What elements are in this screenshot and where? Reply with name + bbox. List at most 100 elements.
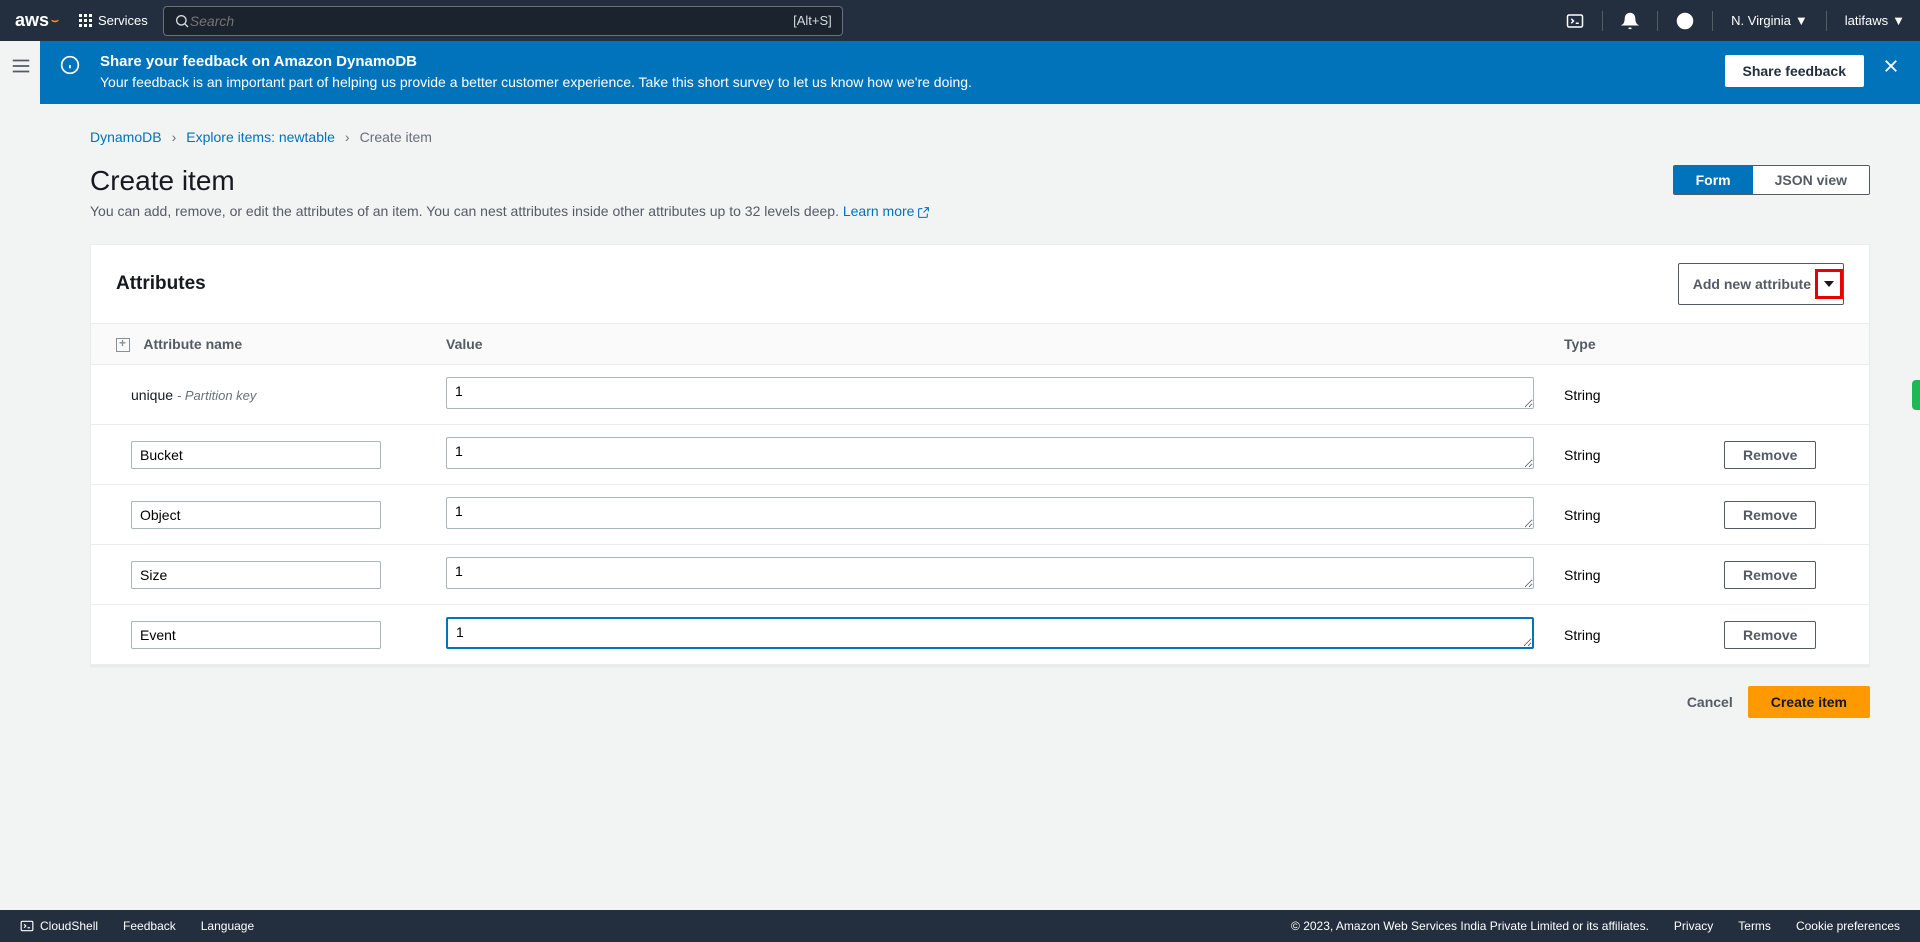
remove-button[interactable]: Remove xyxy=(1724,621,1816,649)
user-menu[interactable]: latifaws ▼ xyxy=(1845,13,1905,28)
attr-value-input[interactable] xyxy=(446,497,1534,529)
col-name-label: Attribute name xyxy=(143,336,242,352)
attr-name-input[interactable] xyxy=(131,621,381,649)
attr-action-cell: Remove xyxy=(1709,605,1869,665)
attr-name-static: unique - Partition key xyxy=(131,387,256,403)
attr-name-cell: unique - Partition key xyxy=(91,365,431,425)
col-header-name: Attribute name xyxy=(91,324,431,365)
search-box[interactable]: [Alt+S] xyxy=(163,6,843,36)
attr-name-input[interactable] xyxy=(131,441,381,469)
attr-value-input[interactable] xyxy=(446,617,1534,649)
cookie-prefs-link[interactable]: Cookie preferences xyxy=(1796,919,1900,933)
attribute-row: String Remove xyxy=(91,485,1869,545)
footer-bar: CloudShell Feedback Language © 2023, Ama… xyxy=(0,910,1920,942)
cloudshell-link[interactable]: CloudShell xyxy=(20,919,98,933)
attr-value-input[interactable] xyxy=(446,377,1534,409)
user-label: latifaws xyxy=(1845,13,1888,28)
chevron-right-icon: › xyxy=(172,129,177,145)
attr-value-input[interactable] xyxy=(446,437,1534,469)
attribute-row: String Remove xyxy=(91,605,1869,665)
feedback-banner: Share your feedback on Amazon DynamoDB Y… xyxy=(40,41,1920,104)
expand-all-icon[interactable] xyxy=(116,338,130,352)
aws-swoosh-icon: ⌣ xyxy=(51,13,59,28)
cancel-button[interactable]: Cancel xyxy=(1687,694,1733,710)
remove-button[interactable]: Remove xyxy=(1724,441,1816,469)
terms-link[interactable]: Terms xyxy=(1738,919,1771,933)
attribute-row: unique - Partition key String xyxy=(91,365,1869,425)
attribute-row: String Remove xyxy=(91,425,1869,485)
breadcrumb: DynamoDB › Explore items: newtable › Cre… xyxy=(90,129,1870,145)
region-selector[interactable]: N. Virginia ▼ xyxy=(1731,13,1808,28)
chevron-right-icon: › xyxy=(345,129,350,145)
page-header: Create item You can add, remove, or edit… xyxy=(90,165,1870,219)
form-view-button[interactable]: Form xyxy=(1674,166,1753,194)
services-button[interactable]: Services xyxy=(79,13,148,28)
col-header-type: Type xyxy=(1549,324,1709,365)
attr-type-cell: String xyxy=(1549,485,1709,545)
nav-right: N. Virginia ▼ latifaws ▼ xyxy=(1566,11,1905,31)
page-title: Create item xyxy=(90,165,930,197)
cloudshell-label: CloudShell xyxy=(40,919,98,933)
feedback-link[interactable]: Feedback xyxy=(123,919,176,933)
attr-name-input[interactable] xyxy=(131,561,381,589)
attr-action-cell xyxy=(1709,365,1869,425)
add-attribute-caret-highlight xyxy=(1815,269,1843,299)
services-grid-icon xyxy=(79,14,92,27)
nav-separator xyxy=(1602,11,1603,31)
help-panel-tab[interactable] xyxy=(1912,380,1920,410)
aws-logo[interactable]: aws ⌣ xyxy=(15,10,59,31)
card-title: Attributes xyxy=(116,273,206,295)
page-description: You can add, remove, or edit the attribu… xyxy=(90,203,930,219)
remove-button[interactable]: Remove xyxy=(1724,501,1816,529)
close-icon xyxy=(1882,57,1900,75)
cloudshell-icon[interactable] xyxy=(1566,12,1584,30)
learn-more-link[interactable]: Learn more xyxy=(843,203,931,219)
attr-type-cell: String xyxy=(1549,545,1709,605)
attr-value-cell xyxy=(431,365,1549,425)
col-header-value: Value xyxy=(431,324,1549,365)
attr-name-cell xyxy=(91,605,431,665)
hamburger-icon xyxy=(10,55,32,77)
json-view-button[interactable]: JSON view xyxy=(1753,166,1869,194)
sidebar-toggle[interactable] xyxy=(10,55,32,82)
card-header: Attributes Add new attribute xyxy=(91,245,1869,323)
remove-button[interactable]: Remove xyxy=(1724,561,1816,589)
search-input[interactable] xyxy=(190,13,793,29)
view-toggle: Form JSON view xyxy=(1673,165,1870,195)
attr-value-cell xyxy=(431,425,1549,485)
attr-type-cell: String xyxy=(1549,605,1709,665)
region-label: N. Virginia xyxy=(1731,13,1791,28)
attr-action-cell: Remove xyxy=(1709,425,1869,485)
aws-logo-text: aws xyxy=(15,10,49,31)
breadcrumb-current: Create item xyxy=(360,129,432,145)
share-feedback-button[interactable]: Share feedback xyxy=(1725,55,1865,87)
nav-separator xyxy=(1657,11,1658,31)
breadcrumb-mid[interactable]: Explore items: newtable xyxy=(186,129,335,145)
create-item-button[interactable]: Create item xyxy=(1748,686,1870,718)
privacy-link[interactable]: Privacy xyxy=(1674,919,1713,933)
language-link[interactable]: Language xyxy=(201,919,254,933)
bell-icon[interactable] xyxy=(1621,12,1639,30)
breadcrumb-root[interactable]: DynamoDB xyxy=(90,129,162,145)
attr-name-input[interactable] xyxy=(131,501,381,529)
page-desc-text: You can add, remove, or edit the attribu… xyxy=(90,203,843,219)
attr-name-cell xyxy=(91,545,431,605)
attr-value-input[interactable] xyxy=(446,557,1534,589)
banner-content: Share your feedback on Amazon DynamoDB Y… xyxy=(100,53,1725,90)
banner-title: Share your feedback on Amazon DynamoDB xyxy=(100,53,1725,70)
attr-type-cell: String xyxy=(1549,425,1709,485)
main-content: DynamoDB › Explore items: newtable › Cre… xyxy=(40,104,1920,743)
add-attribute-button[interactable]: Add new attribute xyxy=(1678,263,1844,305)
caret-down-icon: ▼ xyxy=(1795,13,1808,28)
attr-name-cell xyxy=(91,485,431,545)
terminal-icon xyxy=(20,919,34,933)
help-icon[interactable] xyxy=(1676,12,1694,30)
nav-separator xyxy=(1826,11,1827,31)
info-icon xyxy=(60,55,80,80)
search-shortcut: [Alt+S] xyxy=(793,13,832,28)
attributes-table: Attribute name Value Type unique - Parti… xyxy=(91,323,1869,665)
attr-type-cell: String xyxy=(1549,365,1709,425)
caret-down-icon: ▼ xyxy=(1892,13,1905,28)
external-link-icon xyxy=(917,206,930,219)
banner-close-button[interactable] xyxy=(1882,57,1900,80)
